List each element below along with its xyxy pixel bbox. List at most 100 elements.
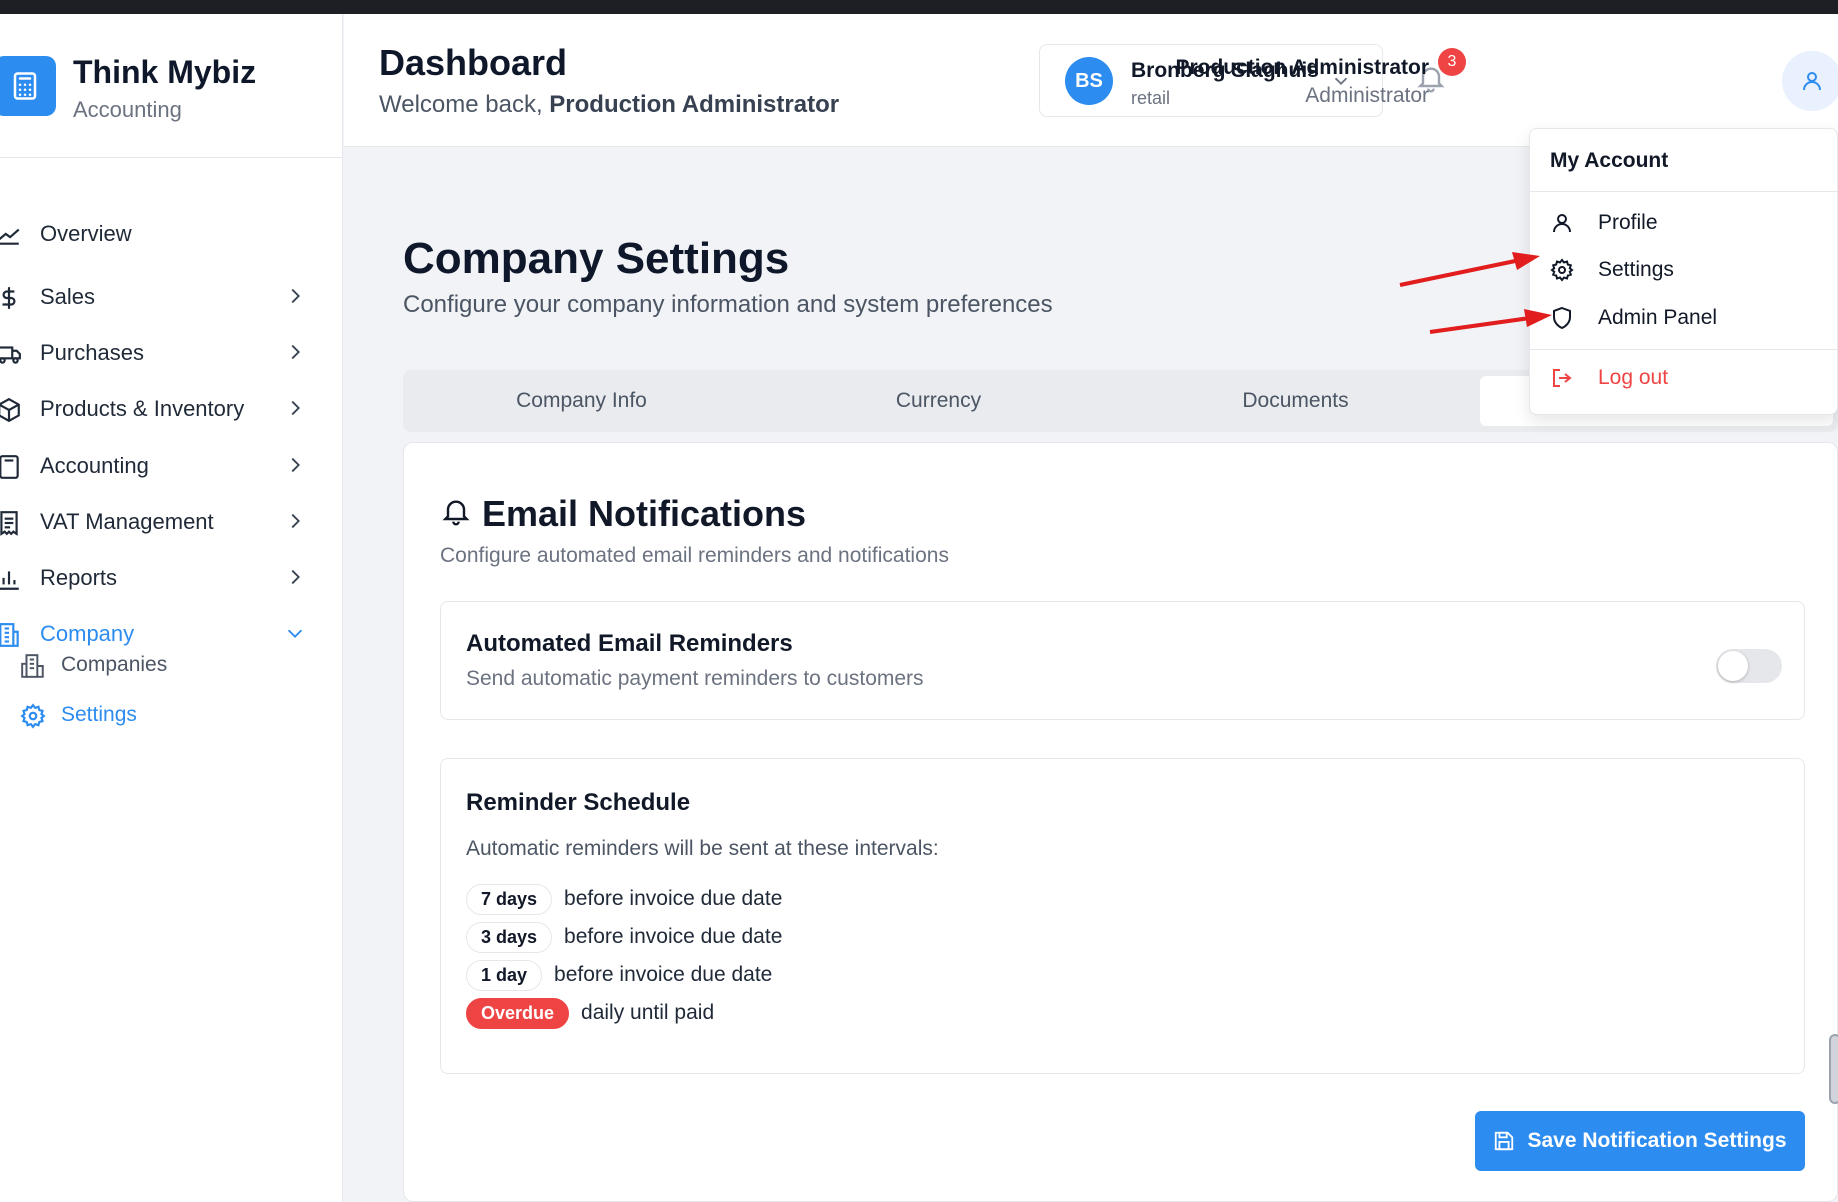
sidebar-item-label: VAT Management <box>40 509 214 534</box>
reminder-schedule-title: Reminder Schedule <box>466 789 691 816</box>
sidebar-item-label: Sales <box>40 284 96 309</box>
tab-currency[interactable]: Currency <box>760 370 1117 432</box>
sidebar-subitem-label: Companies <box>61 653 168 676</box>
sidebar-item-sales[interactable]: Sales <box>0 272 343 322</box>
sidebar-item-purchases[interactable]: Purchases <box>0 328 343 378</box>
menu-item-settings[interactable]: Settings <box>1530 247 1838 291</box>
automated-reminders-title: Automated Email Reminders <box>466 630 793 657</box>
automated-reminders-panel: Automated Email Reminders Send automatic… <box>440 601 1805 720</box>
menu-item-logout[interactable]: Log out <box>1530 355 1838 399</box>
sidebar-item-products-inventory[interactable]: Products & Inventory <box>0 384 343 434</box>
sidebar-item-label: Products & Inventory <box>40 396 245 421</box>
receipt-icon <box>0 511 18 536</box>
automated-reminders-toggle[interactable] <box>1716 649 1782 683</box>
settings-title: Company Settings <box>403 234 790 283</box>
logout-icon <box>1553 369 1572 387</box>
welcome-prefix: Welcome back, <box>379 91 550 118</box>
page-title: Dashboard <box>379 42 568 83</box>
chevron-right-icon <box>291 569 300 585</box>
menu-item-admin-panel[interactable]: Admin Panel <box>1530 295 1838 339</box>
automated-reminders-description: Send automatic payment reminders to cust… <box>466 667 924 690</box>
save-notification-settings-button[interactable]: Save Notification Settings <box>1475 1111 1805 1171</box>
gear-icon <box>1550 258 1574 282</box>
interval-badge: 7 days <box>466 883 553 915</box>
bar-chart-icon <box>0 571 19 590</box>
dropdown-heading: My Account <box>1550 149 1669 172</box>
card-subtitle: Configure automated email reminders and … <box>440 544 949 567</box>
buildings-icon <box>21 654 44 678</box>
chevron-right-icon <box>291 457 300 473</box>
interval-text: before invoice due date <box>564 887 783 910</box>
sidebar-item-label: Accounting <box>40 453 149 478</box>
interval-text: before invoice due date <box>564 925 783 948</box>
trend-icon <box>0 228 20 245</box>
card-title: Email Notifications <box>482 493 807 534</box>
user-icon <box>1803 72 1821 91</box>
interval-badge: 1 day <box>466 959 543 991</box>
user-icon <box>1553 214 1571 233</box>
sidebar-item-label: Reports <box>40 565 118 590</box>
brand: Think Mybiz Accounting <box>0 14 342 158</box>
schedule-row: 3 days before invoice due date <box>466 919 782 955</box>
user-name: Production Administrator <box>1175 56 1429 79</box>
chevron-right-icon <box>291 344 300 360</box>
sidebar-item-reports[interactable]: Reports <box>0 553 343 603</box>
sidebar-item-vat-management[interactable]: VAT Management <box>0 497 343 547</box>
bell-icon <box>442 500 470 526</box>
interval-text: daily until paid <box>581 1001 715 1024</box>
scrollbar-handle[interactable] <box>1829 1034 1838 1104</box>
chevron-right-icon <box>291 288 300 304</box>
sidebar-item-overview[interactable]: Overview <box>0 209 343 259</box>
tab-company-info[interactable]: Company Info <box>403 370 760 432</box>
reminder-schedule-description: Automatic reminders will be sent at thes… <box>466 837 939 860</box>
schedule-row: 1 day before invoice due date <box>466 957 772 993</box>
dropdown-divider <box>1530 349 1838 350</box>
dollar-icon <box>2 287 16 309</box>
sidebar-item-label: Overview <box>40 221 132 246</box>
sidebar-subitem-settings[interactable]: Settings <box>0 694 343 738</box>
user-role: Administrator <box>1305 84 1429 107</box>
sidebar-subitem-label: Settings <box>61 703 137 726</box>
schedule-row: Overdue daily until paid <box>466 995 714 1031</box>
tab-documents[interactable]: Documents <box>1117 370 1474 432</box>
save-button-label: Save Notification Settings <box>1527 1129 1787 1152</box>
calculator-icon <box>0 56 56 116</box>
brand-subtitle: Accounting <box>73 97 182 122</box>
reminder-schedule-panel: Reminder Schedule Automatic reminders wi… <box>440 758 1805 1074</box>
menu-item-label: Admin Panel <box>1598 306 1718 329</box>
app-window: Think Mybiz Accounting Overview Sales Pu… <box>0 14 1838 1202</box>
menu-item-label: Log out <box>1598 366 1669 389</box>
brand-name: Think Mybiz <box>73 54 257 90</box>
interval-badge: 3 days <box>466 921 553 953</box>
overdue-badge: Overdue <box>466 997 570 1029</box>
shield-icon <box>1553 306 1571 330</box>
gear-icon <box>20 703 46 729</box>
dropdown-divider <box>1530 191 1838 192</box>
save-icon <box>1495 1131 1514 1151</box>
chevron-right-icon <box>291 400 300 416</box>
calculator-icon <box>0 455 19 479</box>
menu-item-label: Settings <box>1598 258 1674 281</box>
toggle-knob <box>1718 651 1748 681</box>
company-avatar: BS <box>1065 57 1113 105</box>
schedule-row: 7 days before invoice due date <box>466 881 782 917</box>
chevron-down-icon <box>287 629 303 638</box>
truck-icon <box>0 346 21 364</box>
box-icon <box>0 397 20 423</box>
welcome-name: Production Administrator <box>549 91 840 118</box>
account-dropdown-menu: My Account Profile Settings Admin Panel … <box>1529 128 1838 415</box>
user-avatar-button[interactable] <box>1782 51 1838 111</box>
sidebar-subitem-companies[interactable]: Companies <box>0 644 343 688</box>
sidebar-item-accounting[interactable]: Accounting <box>0 441 343 491</box>
sidebar: Think Mybiz Accounting Overview Sales Pu… <box>0 14 343 1202</box>
menu-item-profile[interactable]: Profile <box>1530 200 1838 244</box>
chevron-right-icon <box>291 513 300 529</box>
company-type: retail <box>1131 88 1171 108</box>
notification-badge: 3 <box>1438 48 1466 76</box>
menu-item-label: Profile <box>1598 211 1658 234</box>
interval-text: before invoice due date <box>554 963 773 986</box>
browser-top-strip <box>0 0 1838 14</box>
sidebar-item-label: Purchases <box>40 340 144 365</box>
settings-subtitle: Configure your company information and s… <box>403 291 1053 318</box>
welcome-text: Welcome back, Production Administrator <box>379 91 839 119</box>
